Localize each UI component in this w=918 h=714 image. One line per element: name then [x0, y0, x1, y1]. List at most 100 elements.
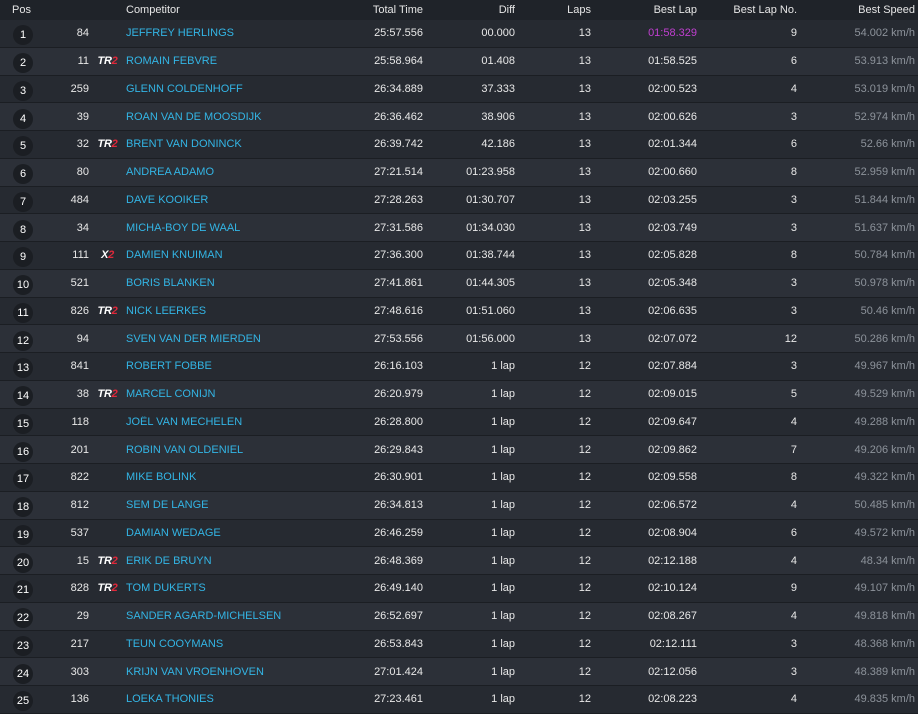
competitor-name[interactable]: JOËL VAN MECHELEN	[126, 416, 341, 428]
best-lap-no: 6	[790, 526, 797, 539]
table-row[interactable]: 16 201 ROBIN VAN OLDENIEL 26:29.843 1 lap 12 0…	[0, 436, 918, 464]
competitor-name[interactable]: ROBERT FOBBE	[126, 360, 341, 372]
competitor-name[interactable]: TOM DUKERTS	[126, 582, 341, 594]
competitor-name[interactable]: BRENT VAN DONINCK	[126, 138, 341, 150]
table-row[interactable]: 20 15 TR2 ERIK DE BRUYN 26:48.369 1 lap 12 02:1…	[0, 547, 918, 575]
best-lap-no: 5	[790, 388, 797, 401]
laps: 12	[578, 443, 591, 456]
best-lap-no: 8	[790, 249, 797, 262]
diff: 1 lap	[491, 526, 515, 539]
table-row[interactable]: 9 111 X2 DAMIEN KNUIMAN 27:36.300 01:38.744 13…	[0, 242, 918, 270]
table-row[interactable]: 10 521 BORIS BLANKEN 27:41.861 01:44.305 13 02…	[0, 269, 918, 298]
table-row[interactable]: 24 303 KRIJN VAN VROENHOVEN 27:01.424 1 lap 1…	[0, 658, 918, 686]
position-cell: 18	[0, 493, 46, 518]
competitor-name[interactable]: MICHA-BOY DE WAAL	[126, 222, 341, 234]
race-number: 29	[76, 610, 89, 623]
team-badge: TR2	[89, 582, 126, 594]
competitor-name[interactable]: ROBIN VAN OLDENIEL	[126, 444, 341, 456]
table-row[interactable]: 5 32 TR2 BRENT VAN DONINCK 26:39.742 42.186 13…	[0, 131, 918, 159]
laps: 13	[578, 249, 591, 262]
header-diff[interactable]: Diff	[423, 4, 515, 16]
best-lap: 02:08.267	[648, 610, 697, 623]
competitor-name[interactable]: SANDER AGARD-MICHELSEN	[126, 610, 341, 622]
header-laps[interactable]: Laps	[515, 4, 591, 16]
laps: 12	[578, 471, 591, 484]
best-speed: 53.913 km/h	[854, 55, 915, 68]
best-lap: 02:06.635	[648, 304, 697, 317]
table-row[interactable]: 23 217 TEUN COOYMANS 26:53.843 1 lap 12 02:12.…	[0, 630, 918, 659]
diff: 01:23.958	[466, 166, 515, 179]
header-best-lap-no[interactable]: Best Lap No.	[697, 4, 797, 16]
competitor-name[interactable]: GLENN COLDENHOFF	[126, 83, 341, 95]
header-best-speed[interactable]: Best Speed	[797, 4, 915, 16]
competitor-name[interactable]: DAVE KOOIKER	[126, 194, 341, 206]
best-speed: 52.959 km/h	[854, 166, 915, 179]
competitor-name[interactable]: DAMIEN KNUIMAN	[126, 249, 341, 261]
table-row[interactable]: 3 259 GLENN COLDENHOFF 26:34.889 37.333 13 02:…	[0, 75, 918, 104]
laps: 12	[578, 693, 591, 706]
competitor-name[interactable]: BORIS BLANKEN	[126, 277, 341, 289]
header-pos[interactable]: Pos	[0, 4, 46, 16]
diff: 1 lap	[491, 554, 515, 567]
competitor-name[interactable]: LOEKA THONIES	[126, 693, 341, 705]
table-row[interactable]: 13 841 ROBERT FOBBE 26:16.103 1 lap 12 02:07.8…	[0, 353, 918, 381]
header-competitor[interactable]: Competitor	[126, 4, 341, 16]
competitor-name[interactable]: ROAN VAN DE MOOSDIJK	[126, 111, 341, 123]
position-cell: 12	[0, 327, 46, 351]
diff: 1 lap	[491, 415, 515, 428]
table-row[interactable]: 18 812 SEM DE LANGE 26:34.813 1 lap 12 02:06.5…	[0, 491, 918, 520]
table-row[interactable]: 17 822 MIKE BOLINK 26:30.901 1 lap 12 02:09.55…	[0, 464, 918, 492]
laps: 12	[578, 360, 591, 373]
competitor-name[interactable]: KRIJN VAN VROENHOVEN	[126, 666, 341, 678]
table-row[interactable]: 22 29 SANDER AGARD-MICHELSEN 26:52.697 1 lap…	[0, 602, 918, 631]
competitor-name[interactable]: TEUN COOYMANS	[126, 638, 341, 650]
table-row[interactable]: 25 136 LOEKA THONIES 27:23.461 1 lap 12 02:08.…	[0, 686, 918, 714]
best-lap: 02:01.344	[648, 138, 697, 151]
competitor-name[interactable]: MARCEL CONIJN	[126, 388, 341, 400]
position-cell: 9	[0, 243, 46, 268]
laps: 12	[578, 610, 591, 623]
position-badge: 14	[13, 386, 33, 407]
best-lap-no: 3	[790, 110, 797, 123]
position-cell: 16	[0, 438, 46, 462]
competitor-name[interactable]: JEFFREY HERLINGS	[126, 27, 341, 39]
total-time: 27:28.263	[374, 193, 423, 206]
table-row[interactable]: 1 84 JEFFREY HERLINGS 25:57.556 00.000 13 01:5…	[0, 20, 918, 48]
table-row[interactable]: 19 537 DAMIAN WEDAGE 26:46.259 1 lap 12 02:08.…	[0, 519, 918, 548]
table-row[interactable]: 21 828 TR2 TOM DUKERTS 26:49.140 1 lap 12 02:10…	[0, 575, 918, 603]
best-speed: 54.002 km/h	[854, 27, 915, 40]
best-lap: 02:05.828	[648, 249, 697, 262]
race-number: 303	[70, 665, 89, 678]
best-lap: 02:12.056	[648, 665, 697, 678]
competitor-name[interactable]: SEM DE LANGE	[126, 499, 341, 511]
competitor-name[interactable]: MIKE BOLINK	[126, 471, 341, 483]
competitor-name[interactable]: ERIK DE BRUYN	[126, 555, 341, 567]
table-row[interactable]: 7 484 DAVE KOOIKER 27:28.263 01:30.707 13 02:0…	[0, 186, 918, 215]
table-row[interactable]: 12 94 SVEN VAN DER MIERDEN 27:53.556 01:56.0…	[0, 325, 918, 353]
table-row[interactable]: 6 80 ANDREA ADAMO 27:21.514 01:23.958 13 02:00…	[0, 158, 918, 187]
competitor-name[interactable]: ANDREA ADAMO	[126, 166, 341, 178]
table-row[interactable]: 8 34 MICHA-BOY DE WAAL 27:31.586 01:34.030 13…	[0, 214, 918, 242]
competitor-name[interactable]: NICK LEERKES	[126, 305, 341, 317]
race-number: 118	[71, 415, 89, 428]
competitor-name[interactable]: ROMAIN FEBVRE	[126, 55, 341, 67]
table-row[interactable]: 11 826 TR2 NICK LEERKES 27:48.616 01:51.060 13…	[0, 297, 918, 326]
header-total-time[interactable]: Total Time	[341, 4, 423, 16]
best-lap: 02:08.223	[648, 693, 697, 706]
header-best-lap[interactable]: Best Lap	[591, 4, 697, 16]
table-row[interactable]: 14 38 TR2 MARCEL CONIJN 26:20.979 1 lap 12 02:0…	[0, 380, 918, 409]
best-speed: 49.835 km/h	[854, 693, 915, 706]
race-number: 537	[70, 526, 89, 539]
table-row[interactable]: 2 11 TR2 ROMAIN FEBVRE 25:58.964 01.408 13 01:5…	[0, 47, 918, 76]
total-time: 27:53.556	[374, 332, 423, 345]
best-lap: 02:00.660	[648, 166, 697, 179]
laps: 13	[578, 304, 591, 317]
team-badge-letters: TR	[97, 554, 112, 567]
best-lap: 02:08.904	[648, 526, 697, 539]
competitor-name[interactable]: DAMIAN WEDAGE	[126, 527, 341, 539]
competitor-name[interactable]: SVEN VAN DER MIERDEN	[126, 333, 341, 345]
laps: 13	[578, 55, 591, 68]
position-cell: 8	[0, 216, 46, 240]
table-row[interactable]: 4 39 ROAN VAN DE MOOSDIJK 26:36.462 38.906 13…	[0, 103, 918, 131]
table-row[interactable]: 15 118 JOËL VAN MECHELEN 26:28.800 1 lap 12 02…	[0, 408, 918, 437]
